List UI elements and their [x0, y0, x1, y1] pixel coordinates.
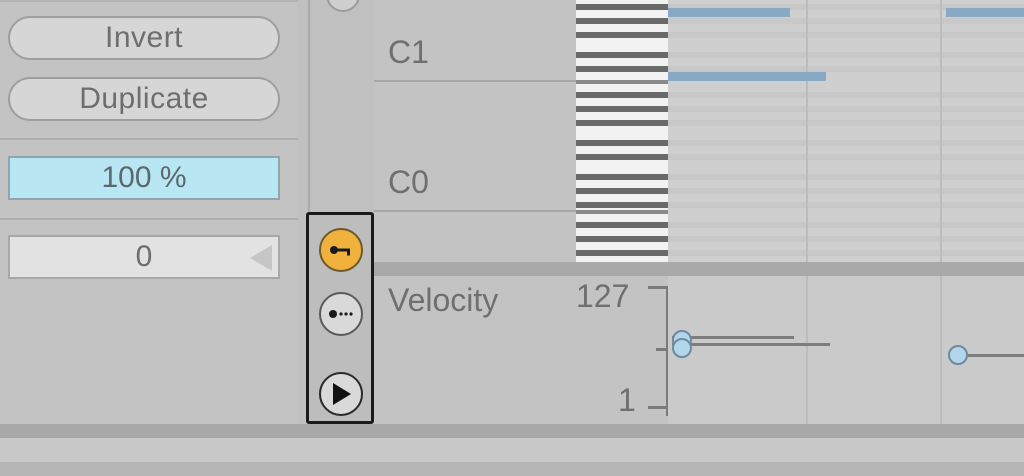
divider [374, 80, 576, 82]
divider [308, 0, 310, 214]
note-grid[interactable] [668, 0, 1024, 262]
offset-value: 0 [135, 240, 153, 273]
velocity-min-label: 1 [618, 382, 636, 418]
tick [648, 406, 668, 409]
midi-note[interactable] [668, 72, 826, 81]
fold-icon [330, 246, 350, 256]
velocity-max-label: 127 [576, 278, 630, 314]
play-icon [333, 383, 351, 405]
lane-splitter[interactable] [374, 262, 1024, 276]
scale-icon [329, 310, 353, 318]
midi-note[interactable] [946, 8, 1024, 17]
velocity-stem [672, 343, 830, 346]
divider [0, 138, 298, 140]
invert-button[interactable]: Invert [8, 16, 280, 60]
divider [0, 0, 298, 2]
fold-toggle-button[interactable] [319, 228, 363, 272]
preview-play-button[interactable] [319, 372, 363, 416]
status-area [0, 438, 1024, 462]
note-label-c1: C1 [388, 34, 429, 70]
scale-toggle-button[interactable] [319, 292, 363, 336]
scrollbar-track[interactable] [0, 424, 1024, 438]
piano-keyboard[interactable] [576, 0, 668, 262]
divider [374, 210, 576, 212]
note-label-c0: C0 [388, 164, 429, 200]
velocity-label: Velocity [388, 282, 499, 318]
duplicate-button[interactable]: Duplicate [8, 77, 280, 121]
left-panel: Invert Duplicate 100 % 0 [0, 0, 298, 424]
tick [656, 348, 668, 351]
velocity-handle[interactable] [948, 345, 968, 365]
velocity-handle[interactable] [672, 338, 692, 358]
midi-note[interactable] [668, 8, 790, 17]
velocity-lane[interactable] [668, 276, 1024, 424]
bottom-border [0, 462, 1024, 476]
tick [648, 286, 668, 289]
divider [0, 218, 298, 220]
offset-field[interactable]: 0 [8, 235, 280, 279]
toggle-panel [306, 212, 374, 424]
percent-field[interactable]: 100 % [8, 156, 280, 200]
triangle-left-icon [250, 245, 272, 271]
